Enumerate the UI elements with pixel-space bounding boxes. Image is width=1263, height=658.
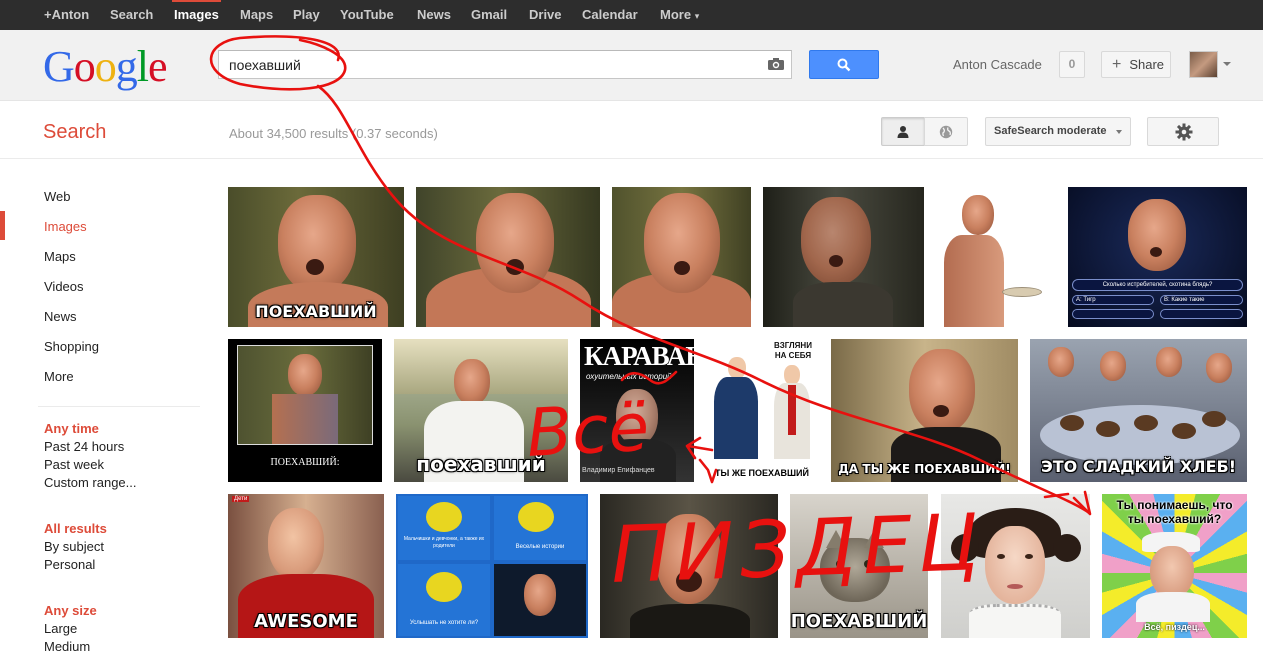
nav-news[interactable]: News xyxy=(417,0,451,30)
hide-personal-results-button[interactable] xyxy=(924,117,968,146)
poster-text: Услышать не хотите ли? xyxy=(409,620,479,626)
plus-icon: + xyxy=(1112,56,1122,73)
safesearch-label: SafeSearch moderate xyxy=(994,125,1107,137)
image-caption: Всё, пиздец... xyxy=(1144,622,1205,632)
magazine-title: КАРАВАН xyxy=(584,341,694,371)
search-box xyxy=(218,50,792,79)
sidebar-item-news[interactable]: News xyxy=(44,309,77,324)
personal-results-button[interactable] xyxy=(881,117,925,146)
nav-calendar[interactable]: Calendar xyxy=(582,0,638,30)
image-caption: ПОЕХАВШИЙ xyxy=(790,611,928,632)
image-caption: ПОЕХАВШИЙ: xyxy=(270,457,340,468)
safesearch-dropdown[interactable]: SafeSearch moderate xyxy=(985,117,1131,146)
gear-icon xyxy=(1175,123,1193,141)
image-caption: Ты понимаешь, что ты поехавший? xyxy=(1116,498,1233,526)
image-result[interactable]: Сколько истребителей, скотина блядь? A: … xyxy=(1068,187,1247,327)
image-caption: ТЫ ЖЕ ПОЕХАВШИЙ xyxy=(715,468,809,478)
image-result[interactable]: ЭТО СЛАДКИЙ ХЛЕБ! xyxy=(1030,339,1247,482)
quiz-answer: B: Какие такие истребители? xyxy=(1160,295,1243,305)
search-icon xyxy=(837,58,851,72)
image-result[interactable]: поехавший xyxy=(394,339,568,482)
poster-text: ВЗГЛЯНИ НА СЕБЯ xyxy=(774,341,812,360)
person-icon xyxy=(897,126,909,138)
results-toolbar: Search About 34,500 results (0.37 second… xyxy=(0,101,1263,159)
divider xyxy=(38,406,200,407)
image-result[interactable]: Мальчишки и девчонки, а также их родител… xyxy=(396,494,588,638)
sidebar-item-web[interactable]: Web xyxy=(44,189,71,204)
nav-more-label: More xyxy=(660,7,692,22)
nav-gmail[interactable]: Gmail xyxy=(471,0,507,30)
nav-youtube[interactable]: YouTube xyxy=(340,0,394,30)
filter-option[interactable]: Custom range... xyxy=(44,475,137,490)
image-result[interactable]: ПОЕХАВШИЙ: xyxy=(228,339,382,482)
image-result[interactable] xyxy=(612,187,751,327)
user-name[interactable]: Anton Cascade xyxy=(953,57,1042,72)
image-caption: ДА ТЫ ЖЕ ПОЕХАВШИЙ! xyxy=(838,462,1011,476)
sidebar-item-images[interactable]: Images xyxy=(44,219,87,234)
nav-plus-anton[interactable]: +Anton xyxy=(44,0,89,30)
filter-option[interactable]: Past week xyxy=(44,457,104,472)
image-result[interactable] xyxy=(763,187,924,327)
filter-option[interactable]: Large xyxy=(44,621,77,636)
image-caption: AWESOME xyxy=(254,611,358,632)
image-result[interactable]: КАРАВАН охуительных историй Владимир Епи… xyxy=(580,339,694,482)
left-navigation: Web Images Maps Videos News Shopping Mor… xyxy=(0,160,215,658)
image-result[interactable] xyxy=(936,187,1044,327)
notifications-button[interactable]: 0 xyxy=(1059,51,1085,78)
chevron-down-icon xyxy=(1116,130,1122,134)
image-result[interactable]: Дети AWESOME xyxy=(228,494,384,638)
nav-drive[interactable]: Drive xyxy=(529,0,562,30)
nav-images[interactable]: Images xyxy=(172,0,221,30)
google-logo[interactable]: Google xyxy=(43,45,168,89)
settings-button[interactable] xyxy=(1147,117,1219,146)
sidebar-item-videos[interactable]: Videos xyxy=(44,279,84,294)
search-input[interactable] xyxy=(219,51,749,78)
sidebar-item-more[interactable]: More xyxy=(44,369,74,384)
image-result[interactable]: ПОЕХАВШИЙ xyxy=(228,187,404,327)
image-result[interactable]: ВЗГЛЯНИ НА СЕБЯ ТЫ ЖЕ ПОЕХАВШИЙ xyxy=(706,339,818,482)
magazine-subtitle: охуительных историй xyxy=(586,372,672,381)
nav-play[interactable]: Play xyxy=(293,0,320,30)
image-result[interactable] xyxy=(600,494,778,638)
search-button[interactable] xyxy=(809,50,879,79)
nav-more[interactable]: More ▾ xyxy=(660,0,699,30)
page-title: Search xyxy=(43,121,107,143)
globe-icon xyxy=(939,125,953,139)
filter-option[interactable]: Past 24 hours xyxy=(44,439,124,454)
search-header: Google Anton Cascade 0 + Share xyxy=(0,30,1263,101)
sidebar-item-shopping[interactable]: Shopping xyxy=(44,339,99,354)
image-result[interactable] xyxy=(941,494,1090,638)
poster-text: Веселые истории xyxy=(515,544,565,550)
magazine-author: Владимир Епифанцев xyxy=(582,467,655,474)
filter-option[interactable]: Personal xyxy=(44,557,95,572)
result-stats: About 34,500 results (0.37 seconds) xyxy=(229,126,438,141)
active-nav-marker xyxy=(0,211,5,240)
filter-any-time[interactable]: Any time xyxy=(44,421,99,436)
filter-all-results[interactable]: All results xyxy=(44,521,107,536)
image-caption: поехавший xyxy=(416,452,546,476)
camera-icon[interactable] xyxy=(767,57,785,71)
google-bar: +Anton Search Images Maps Play YouTube N… xyxy=(0,0,1263,30)
nav-search[interactable]: Search xyxy=(110,0,153,30)
poster-text: Мальчишки и девчонки, а также их родител… xyxy=(403,536,485,549)
chevron-down-icon[interactable] xyxy=(1223,62,1231,66)
filter-any-size[interactable]: Any size xyxy=(44,603,97,618)
nav-maps[interactable]: Maps xyxy=(240,0,273,30)
chevron-down-icon: ▾ xyxy=(694,11,700,21)
avatar[interactable] xyxy=(1189,51,1218,78)
image-result[interactable] xyxy=(416,187,600,327)
sidebar-item-maps[interactable]: Maps xyxy=(44,249,76,264)
share-label: Share xyxy=(1129,57,1165,72)
quiz-answer: A: Тигр xyxy=(1072,295,1154,305)
filter-option[interactable]: By subject xyxy=(44,539,104,554)
image-caption: ПОЕХАВШИЙ xyxy=(255,302,377,321)
share-button[interactable]: + Share xyxy=(1101,51,1171,78)
channel-logo: Дети xyxy=(232,496,250,502)
image-result[interactable]: ПОЕХАВШИЙ xyxy=(790,494,928,638)
image-caption: ЭТО СЛАДКИЙ ХЛЕБ! xyxy=(1041,457,1236,476)
filter-option[interactable]: Medium xyxy=(44,639,90,654)
image-result[interactable]: ДА ТЫ ЖЕ ПОЕХАВШИЙ! xyxy=(831,339,1018,482)
image-result[interactable]: Ты понимаешь, что ты поехавший? Всё, пиз… xyxy=(1102,494,1247,638)
quiz-question: Сколько истребителей, скотина блядь? xyxy=(1072,279,1243,291)
